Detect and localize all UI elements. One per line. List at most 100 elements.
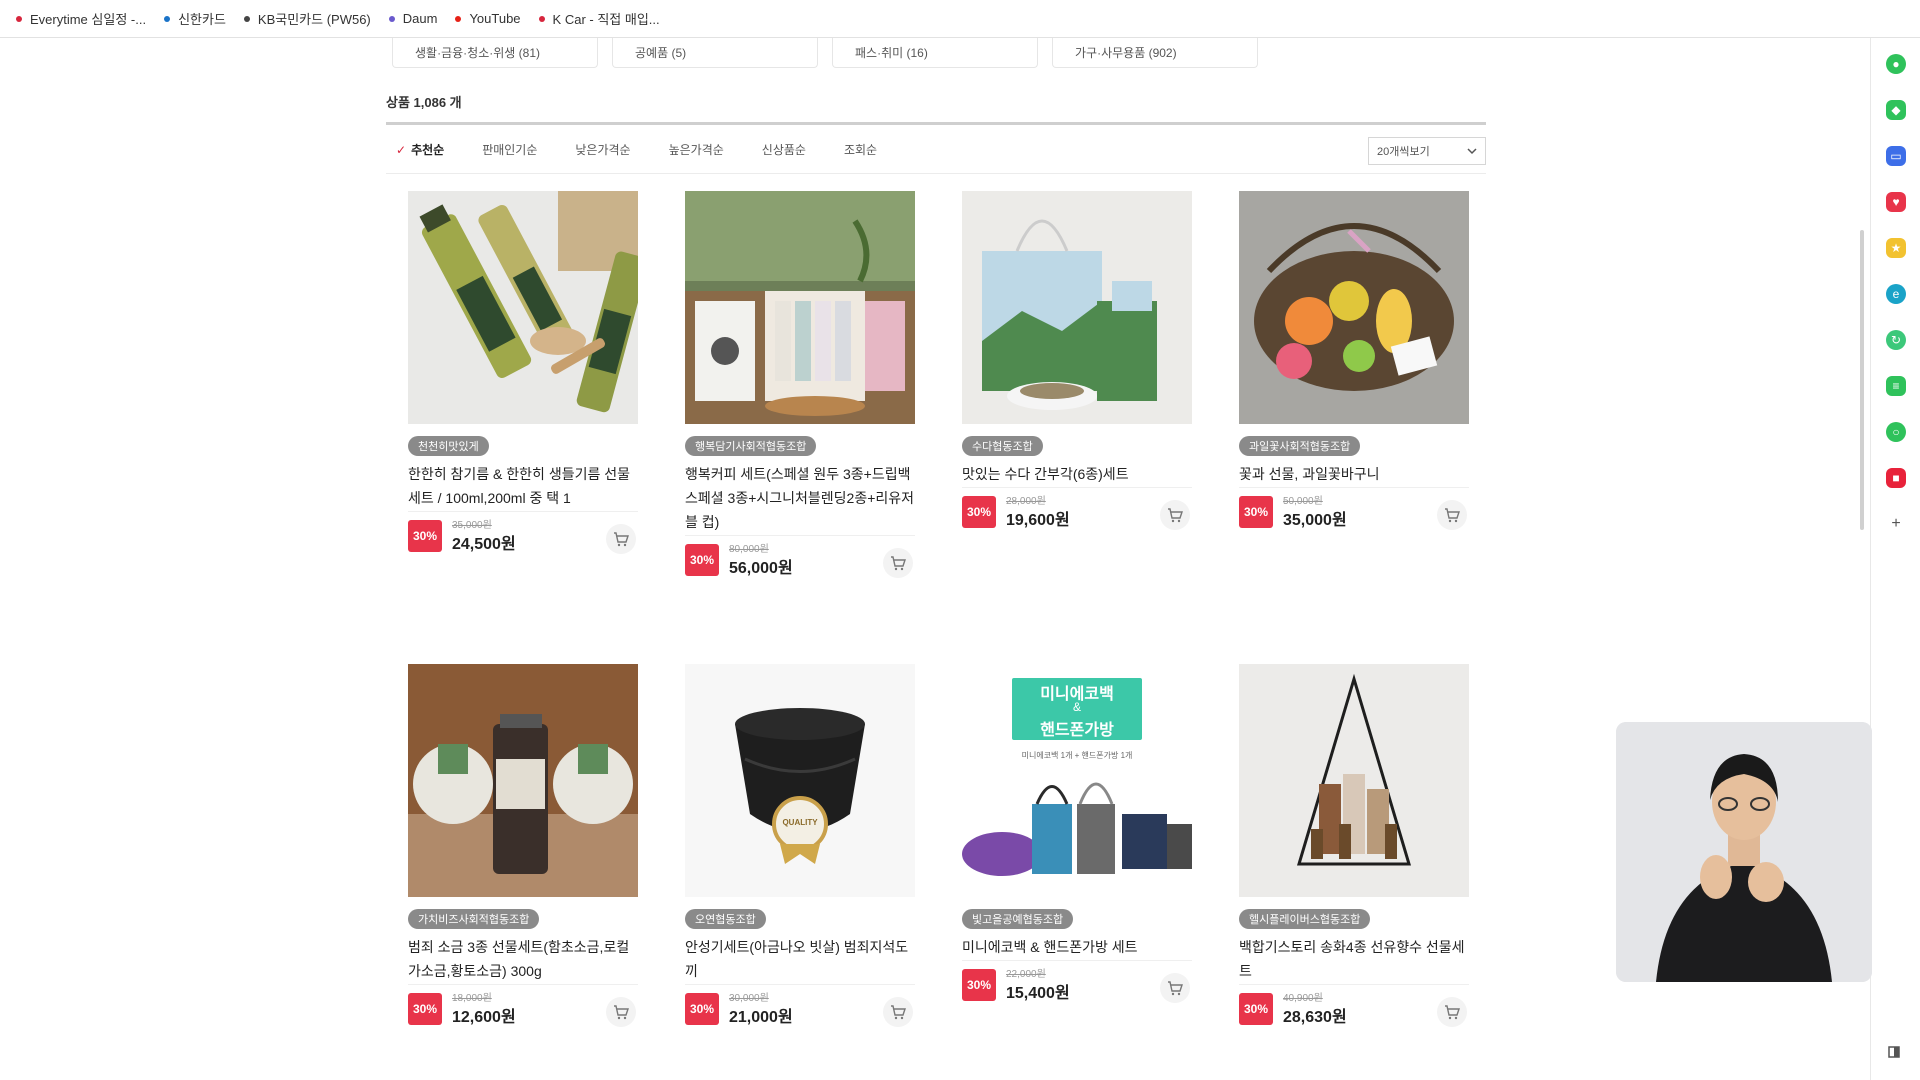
product-card[interactable]: 미니에코백 & 핸드폰가방 미니에코백 1개 + 핸드폰가방 1개 빛고을공예협… xyxy=(962,664,1192,1003)
original-price: 35,000원 xyxy=(452,520,492,531)
chevron-down-icon xyxy=(1467,148,1477,155)
product-thumbnail[interactable] xyxy=(1239,191,1469,424)
category-filter[interactable]: 가구·사무용품 (902) xyxy=(1052,38,1258,68)
product-image xyxy=(1239,664,1469,897)
promo-line3: 핸드폰가방 xyxy=(1040,722,1114,739)
product-image xyxy=(685,191,915,424)
check-icon: ✓ xyxy=(396,142,407,157)
sale-price: 12,600원 xyxy=(452,1009,516,1026)
price-box: 30% 30,000원 21,000원 xyxy=(685,984,915,1027)
product-card[interactable]: 행복담기사회적협동조합 행복커피 세트(스페셜 원두 3종+드립백 스페셜 3종… xyxy=(685,191,915,578)
per-page-select[interactable]: 20개씩보기 xyxy=(1368,137,1486,165)
bookmark-label: Daum xyxy=(402,11,438,26)
sale-price: 24,500원 xyxy=(452,536,516,553)
bookmark-youtube[interactable]: YouTube xyxy=(455,11,521,26)
cart-icon xyxy=(614,1005,629,1020)
shop-badge: 가치비즈사회적협동조합 xyxy=(408,909,540,929)
add-icon[interactable]: + xyxy=(1886,514,1906,534)
shop-badge: 헬시플레이버스협동조합 xyxy=(1239,909,1371,929)
bookmark-favicon-icon xyxy=(164,15,171,22)
product-count: 상품 1,086 개 xyxy=(386,95,462,110)
product-image xyxy=(962,782,1192,876)
bookmark-shinhan[interactable]: 신한카드 xyxy=(164,9,226,28)
edge-icon[interactable]: e xyxy=(1886,284,1906,304)
category-filter[interactable]: 생활·금융·청소·위생 (81) xyxy=(392,38,598,68)
product-name[interactable]: 안성기세트(아금나오 빗살) 범죄지석도끼 xyxy=(685,935,915,983)
sort-high-price[interactable]: 높은가격순 xyxy=(669,141,724,158)
add-to-cart-button[interactable] xyxy=(883,548,913,578)
sort-low-price[interactable]: 낮은가격순 xyxy=(575,141,630,158)
product-card[interactable]: 수다협동조합 맛있는 수다 간부각(6종)세트 30% 28,000원 19,6… xyxy=(962,191,1192,530)
red-pocket-icon[interactable]: ♥ xyxy=(1886,192,1906,212)
product-name[interactable]: 꽃과 선물, 과일꽃바구니 xyxy=(1239,462,1469,486)
scrollbar[interactable] xyxy=(1860,230,1864,530)
star-icon[interactable]: ★ xyxy=(1886,238,1906,258)
red-app-icon[interactable]: ■ xyxy=(1886,468,1906,488)
product-name[interactable]: 행복커피 세트(스페셜 원두 3종+드립백 스페셜 3종+시그니처블렌딩2종+리… xyxy=(685,462,915,534)
product-card[interactable]: 가치비즈사회적협동조합 범죄 소금 3종 선물세트(함초소금,로컬가소금,황토소… xyxy=(408,664,638,1027)
product-card[interactable]: QUALITY 오연협동조합 안성기세트(아금나오 빗살) 범죄지석도끼 30%… xyxy=(685,664,915,1027)
product-thumbnail[interactable]: 미니에코백 & 핸드폰가방 미니에코백 1개 + 핸드폰가방 1개 xyxy=(962,664,1192,897)
bookmark-kb[interactable]: KB국민카드 (PW56) xyxy=(243,9,371,28)
original-price: 40,900원 xyxy=(1283,993,1323,1004)
sale-price: 15,400원 xyxy=(1006,985,1070,1002)
add-to-cart-button[interactable] xyxy=(606,524,636,554)
product-name[interactable]: 한한히 참기름 & 한한히 생들기름 선물세트 / 100ml,200ml 중 … xyxy=(408,462,638,510)
promo-subtitle: 미니에코백 1개 + 핸드폰가방 1개 xyxy=(1021,751,1133,760)
bookmark-daum[interactable]: Daum xyxy=(388,11,438,26)
blue-chat-icon[interactable]: ▭ xyxy=(1886,146,1906,166)
original-price: 50,000원 xyxy=(1283,496,1323,507)
sale-price: 21,000원 xyxy=(729,1009,793,1026)
add-to-cart-button[interactable] xyxy=(1437,500,1467,530)
add-to-cart-button[interactable] xyxy=(1160,973,1190,1003)
product-name[interactable]: 백합기스토리 송화4종 선유향수 선물세트 xyxy=(1239,935,1469,983)
bookmark-favicon-icon xyxy=(538,15,545,22)
category-filter[interactable]: 공예품 (5) xyxy=(612,38,818,68)
price-box: 30% 80,000원 56,000원 xyxy=(685,535,915,578)
green-dot-icon[interactable]: ○ xyxy=(1886,422,1906,442)
add-to-cart-button[interactable] xyxy=(606,997,636,1027)
sort-newest[interactable]: 신상품순 xyxy=(762,141,806,158)
add-to-cart-button[interactable] xyxy=(1160,500,1190,530)
product-thumbnail[interactable] xyxy=(962,191,1192,424)
product-card[interactable]: 과일꽃사회적협동조합 꽃과 선물, 과일꽃바구니 30% 50,000원 35,… xyxy=(1239,191,1469,530)
bookmark-everytime[interactable]: Everytime 심일정 -... xyxy=(16,9,146,28)
refresh-icon[interactable]: ↻ xyxy=(1886,330,1906,350)
bookmark-favicon-icon xyxy=(388,15,395,22)
original-price: 18,000원 xyxy=(452,993,492,1004)
product-image xyxy=(685,664,915,897)
bookmark-label: YouTube xyxy=(469,11,521,26)
green-app-icon[interactable]: ◆ xyxy=(1886,100,1906,120)
product-thumbnail[interactable] xyxy=(1239,664,1469,897)
bookmark-label: 신한카드 xyxy=(178,12,226,27)
product-name[interactable]: 범죄 소금 3종 선물세트(함초소금,로컬가소금,황토소금) 300g xyxy=(408,935,638,983)
add-to-cart-button[interactable] xyxy=(883,997,913,1027)
bookmark-label: KB국민카드 (PW56) xyxy=(257,12,371,27)
product-image xyxy=(1239,191,1469,424)
product-card[interactable]: 헬시플레이버스협동조합 백합기스토리 송화4종 선유향수 선물세트 30% 40… xyxy=(1239,664,1469,1027)
promo-line2: & xyxy=(1072,700,1081,714)
product-thumbnail[interactable] xyxy=(408,191,638,424)
bookmark-kcar[interactable]: K Car - 직접 매입... xyxy=(538,9,660,28)
sort-popular[interactable]: 판매인기순 xyxy=(482,141,537,158)
green-circle-icon[interactable]: ● xyxy=(1886,54,1906,74)
product-image xyxy=(408,191,638,424)
product-name[interactable]: 맛있는 수다 간부각(6종)세트 xyxy=(962,462,1192,486)
product-card[interactable]: 천천히맛있게 한한히 참기름 & 한한히 생들기름 선물세트 / 100ml,2… xyxy=(408,191,638,554)
window-icon[interactable] xyxy=(1888,1046,1900,1058)
product-thumbnail[interactable] xyxy=(408,664,638,897)
discount-badge: 30% xyxy=(962,969,996,1001)
product-thumbnail[interactable]: QUALITY xyxy=(685,664,915,897)
add-to-cart-button[interactable] xyxy=(1437,997,1467,1027)
original-price: 28,000원 xyxy=(1006,496,1046,507)
bookmark-favicon-icon xyxy=(16,15,22,22)
browser-side-panel: ● ◆ ▭ ♥ ★ e ↻ ≡ ○ ■ + xyxy=(1870,38,1920,1080)
price-box: 30% 28,000원 19,600원 xyxy=(962,487,1192,530)
sort-views[interactable]: 조회순 xyxy=(844,141,877,158)
cart-icon xyxy=(614,532,629,547)
sort-recommended[interactable]: ✓ 추천순 xyxy=(396,141,444,158)
product-thumbnail[interactable] xyxy=(685,191,915,424)
product-name[interactable]: 미니에코백 & 핸드폰가방 세트 xyxy=(962,935,1192,959)
category-filter[interactable]: 패스·취미 (16) xyxy=(832,38,1038,68)
green-note-icon[interactable]: ≡ xyxy=(1886,376,1906,396)
